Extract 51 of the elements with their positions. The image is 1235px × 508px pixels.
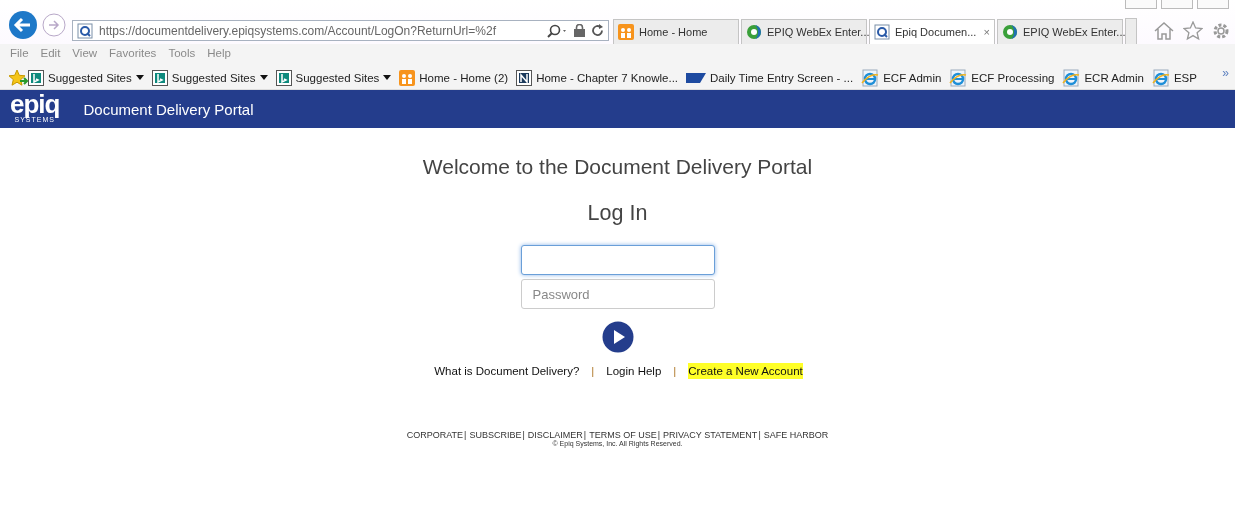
footer-link[interactable]: CORPORATE	[406, 430, 464, 440]
browser-tab[interactable]: EPIQ WebEx Enter...	[741, 19, 867, 44]
favorite-label: Suggested Sites	[171, 71, 256, 84]
favorite-label: ECF Admin	[883, 71, 942, 84]
favorite-link[interactable]: ECF Processing	[949, 68, 1055, 87]
browser-tab[interactable]: EPIQ WebEx Enter...	[997, 19, 1123, 44]
favorite-label: Home - Chapter 7 Knowle...	[536, 71, 679, 84]
tab-title: Home - Home	[639, 26, 708, 38]
url-text: https://documentdelivery.epiqsystems.com/Account/LogOn?ReturnUrl=%2f	[99, 23, 497, 38]
favorite-link[interactable]: ESP	[1151, 68, 1197, 87]
close-button[interactable]: ×	[983, 26, 990, 38]
tab-title: EPIQ WebEx Enter...	[1023, 26, 1126, 38]
favorite-link[interactable]: Home - Chapter 7 Knowle...	[516, 69, 679, 86]
separator: |	[758, 430, 761, 440]
favorite-link[interactable]: Suggested Sites	[28, 69, 144, 86]
favorite-link[interactable]: Home - Home (2)	[399, 69, 509, 86]
favorite-link[interactable]: Suggested Sites	[151, 69, 268, 86]
footer-link[interactable]: TERMS OF USE	[589, 430, 657, 440]
separator: |	[522, 430, 525, 440]
favorite-link[interactable]: Suggested Sites	[275, 69, 392, 86]
address-bar[interactable]: https://documentdelivery.epiqsystems.com/Account/LogOn?ReturnUrl=%2f	[72, 20, 609, 41]
browser-tab[interactable]: Home - Home	[613, 19, 739, 44]
favorite-label: ECR Admin	[1084, 71, 1144, 84]
more-button[interactable]: »	[1222, 66, 1229, 80]
favorite-label: ECF Processing	[971, 71, 1055, 84]
separator: |	[464, 430, 467, 440]
highlighted-link[interactable]: Create a New Account	[688, 363, 803, 379]
footer-link[interactable]: DISCLAIMER	[527, 430, 583, 440]
help-link[interactable]: What is Document Delivery?	[434, 363, 580, 379]
separator: |	[657, 430, 660, 440]
favorite-link[interactable]: ECF Admin	[861, 68, 942, 87]
favorite-label: Suggested Sites	[295, 71, 380, 84]
tab-title: Epiq Documen...	[895, 26, 977, 38]
browser-tab[interactable]: Epiq Documen... ×	[869, 19, 995, 44]
separator: |	[591, 365, 595, 377]
favorite-label: ESP	[1173, 71, 1197, 84]
footer-link[interactable]: SAFE HARBOR	[763, 430, 829, 440]
separator: |	[673, 365, 677, 377]
footer-link[interactable]: SUBSCRIBE	[469, 430, 522, 440]
welcome-heading: Welcome to the Document Delivery Portal	[422, 155, 813, 179]
help-link[interactable]: Login Help	[606, 363, 662, 379]
separator: |	[583, 430, 587, 440]
password-field[interactable]: Password	[520, 279, 715, 309]
tab-title: EPIQ WebEx Enter...	[767, 26, 870, 38]
logo-text: epiq	[10, 92, 60, 116]
favorite-label: Home - Home (2)	[419, 71, 509, 84]
portal-title: Document Delivery Portal	[83, 100, 254, 118]
favorite-label: Suggested Sites	[48, 71, 132, 84]
login-heading: Log In	[587, 201, 648, 226]
favorite-link[interactable]: ECR Admin	[1062, 68, 1144, 87]
footer-link[interactable]: PRIVACY STATEMENT	[663, 430, 758, 440]
